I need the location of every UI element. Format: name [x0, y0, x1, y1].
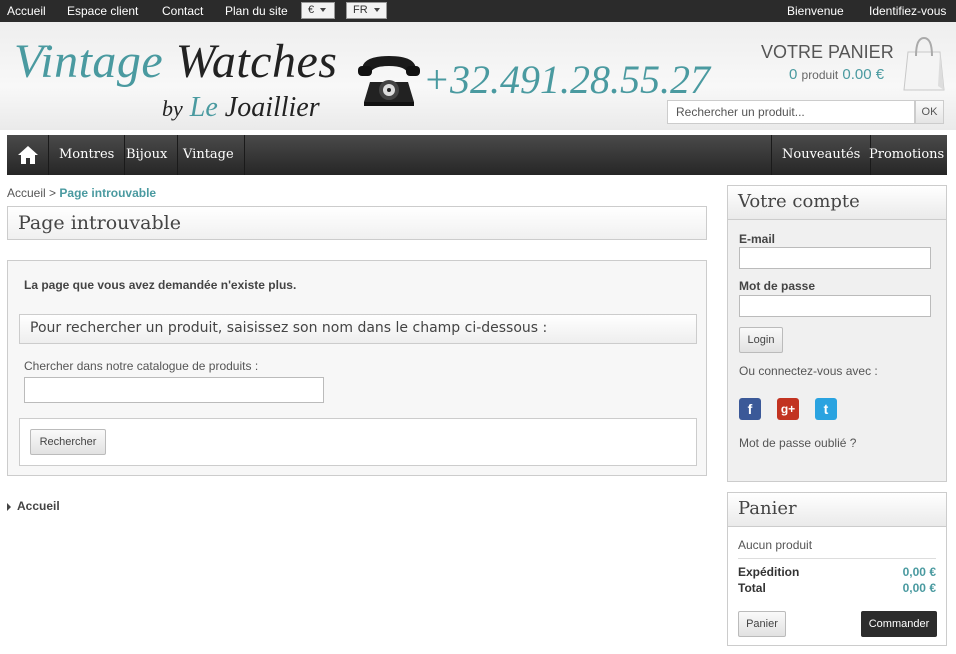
- currency-select[interactable]: €: [301, 2, 335, 19]
- language-value: FR: [353, 4, 368, 16]
- top-link-account[interactable]: Espace client: [67, 4, 138, 18]
- google-plus-icon[interactable]: g+: [777, 398, 799, 420]
- header-search-button[interactable]: OK: [915, 100, 944, 124]
- language-select[interactable]: FR: [346, 2, 387, 19]
- main-nav: Montres Bijoux Vintage Nouveautés Promot…: [7, 135, 947, 175]
- cart-box: Panier Aucun produit Expédition 0,00 € T…: [727, 492, 947, 646]
- shipping-value: 0,00 €: [902, 565, 936, 579]
- nav-item-promotions[interactable]: Promotions: [859, 135, 954, 175]
- caret-right-icon: [7, 502, 11, 511]
- nav-home[interactable]: [7, 135, 49, 175]
- top-link-contact[interactable]: Contact: [162, 4, 203, 18]
- cart-empty-text: Aucun produit: [738, 538, 813, 552]
- footer-home-label: Accueil: [17, 499, 60, 513]
- forgot-password-link[interactable]: Mot de passe oublié ?: [739, 436, 856, 450]
- email-field[interactable]: [739, 247, 931, 269]
- logo[interactable]: Vintage Watches: [14, 34, 337, 89]
- top-link-home[interactable]: Accueil: [7, 4, 46, 18]
- breadcrumb-home[interactable]: Accueil: [7, 186, 46, 200]
- cart-count: 0: [789, 66, 798, 83]
- catalog-search-label: Chercher dans notre catalogue de produit…: [24, 359, 259, 373]
- email-label: E-mail: [739, 232, 776, 246]
- chevron-down-icon: [373, 8, 380, 13]
- header-search-input[interactable]: Rechercher un produit...: [667, 100, 915, 124]
- not-found-panel: La page que vous avez demandée n'existe …: [7, 260, 707, 476]
- currency-value: €: [308, 4, 315, 16]
- logo-word-watches: Watches: [175, 35, 338, 88]
- account-title: Votre compte: [728, 186, 946, 220]
- top-link-sitemap[interactable]: Plan du site: [225, 4, 288, 18]
- cart-summary[interactable]: 0 produit 0.00 €: [789, 66, 884, 83]
- search-button-panel: Rechercher: [19, 418, 697, 466]
- logo-joaillier: Joaillier: [224, 92, 320, 123]
- order-button[interactable]: Commander: [861, 611, 937, 637]
- cart-count-label: produit: [801, 68, 839, 82]
- top-bar: Accueil Espace client Contact Plan du si…: [0, 0, 956, 22]
- total-label: Total: [738, 581, 766, 595]
- cart-total: 0.00 €: [842, 66, 885, 83]
- breadcrumb: Accueil > Page introuvable: [7, 186, 156, 200]
- cart-box-title: Panier: [728, 493, 946, 527]
- rechercher-button[interactable]: Rechercher: [30, 429, 106, 455]
- catalog-search-input[interactable]: [24, 377, 324, 403]
- nav-item-nouveautes[interactable]: Nouveautés: [771, 135, 872, 175]
- nav-item-bijoux[interactable]: Bijoux: [116, 135, 179, 175]
- error-message: La page que vous avez demandée n'existe …: [24, 278, 297, 292]
- phone-number: +32.491.28.55.27: [423, 57, 710, 102]
- connect-with-text: Ou connectez-vous avec :: [739, 364, 878, 378]
- footer-home-link[interactable]: Accueil: [7, 499, 60, 513]
- twitter-icon[interactable]: t: [815, 398, 837, 420]
- home-icon: [18, 146, 38, 164]
- telephone-icon: [358, 56, 420, 106]
- breadcrumb-separator: >: [49, 186, 57, 200]
- password-field[interactable]: [739, 295, 931, 317]
- nav-item-montres[interactable]: Montres: [49, 135, 126, 175]
- shipping-label: Expédition: [738, 565, 800, 579]
- header: Vintage Watches by Le Joaillier +32.491.…: [0, 22, 956, 130]
- cart-button[interactable]: Panier: [738, 611, 786, 637]
- logo-le: Le: [189, 92, 218, 123]
- logo-by: by: [162, 96, 183, 121]
- cart-title[interactable]: VOTRE PANIER: [761, 42, 894, 63]
- logo-tagline: by Le Joaillier: [162, 92, 320, 124]
- facebook-icon[interactable]: f: [739, 398, 761, 420]
- shopping-bag-icon[interactable]: [902, 34, 946, 92]
- chevron-down-icon: [320, 8, 327, 13]
- login-link[interactable]: Identifiez-vous: [869, 4, 946, 18]
- password-label: Mot de passe: [739, 279, 816, 293]
- login-button[interactable]: Login: [739, 327, 783, 353]
- account-box: Votre compte E-mail Mot de passe Login O…: [727, 185, 947, 482]
- search-section-title: Pour rechercher un produit, saisissez so…: [19, 314, 697, 344]
- page-title: Page introuvable: [7, 206, 707, 240]
- logo-word-vintage: Vintage: [14, 35, 164, 88]
- nav-item-vintage[interactable]: Vintage: [173, 135, 245, 175]
- total-value: 0,00 €: [902, 581, 936, 595]
- divider: [738, 558, 936, 559]
- breadcrumb-current: Page introuvable: [59, 186, 157, 200]
- welcome-text: Bienvenue: [787, 4, 844, 18]
